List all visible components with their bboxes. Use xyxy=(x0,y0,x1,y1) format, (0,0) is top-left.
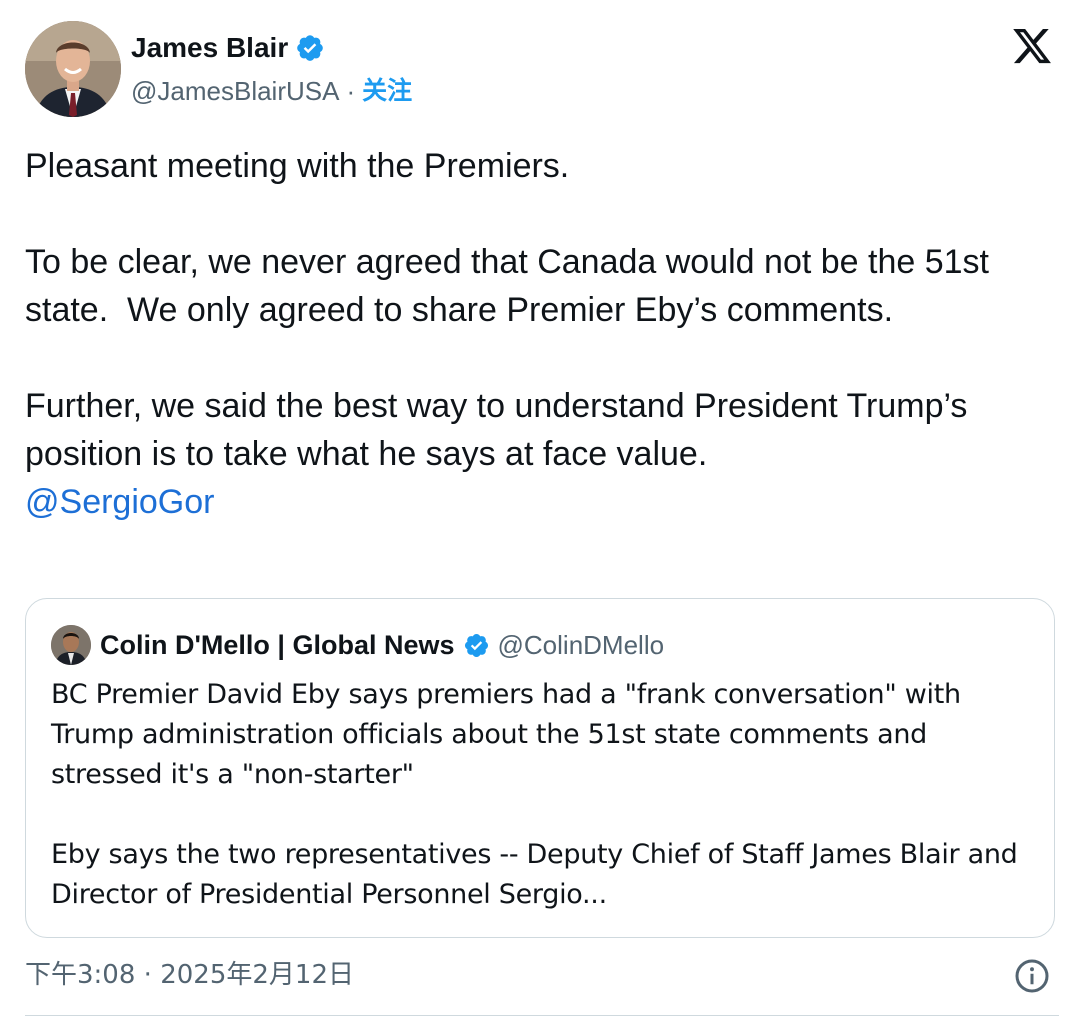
tweet-paragraph: To be clear, we never agreed that Canada… xyxy=(25,243,999,329)
divider xyxy=(25,1015,1059,1016)
info-icon[interactable] xyxy=(1014,958,1050,994)
tweet-paragraph: Further, we said the best way to underst… xyxy=(25,387,977,473)
verified-badge-icon xyxy=(464,633,488,657)
quoted-author-avatar[interactable] xyxy=(51,625,91,665)
author-handle[interactable]: @JamesBlairUSA xyxy=(131,74,339,108)
author-avatar[interactable] xyxy=(25,21,121,117)
quoted-tweet-body: BC Premier David Eby says premiers had a… xyxy=(51,675,1041,915)
x-logo-icon[interactable] xyxy=(1010,25,1054,67)
quoted-author-name[interactable]: Colin D'Mello | Global News xyxy=(100,630,455,661)
quoted-author-handle[interactable]: @ColinDMello xyxy=(498,630,665,661)
follow-button[interactable]: 关注 xyxy=(362,74,412,108)
verified-badge-icon xyxy=(297,35,324,61)
quoted-paragraph: Eby says the two representatives -- Depu… xyxy=(51,839,1026,910)
quoted-tweet[interactable]: Colin D'Mello | Global News @ColinDMello… xyxy=(25,598,1055,938)
tweet-timestamp[interactable]: 下午3:08 · 2025年2月12日 xyxy=(25,956,354,994)
quoted-paragraph: BC Premier David Eby says premiers had a… xyxy=(51,679,970,790)
separator-dot: · xyxy=(346,76,356,106)
tweet-date[interactable]: 2025年2月12日 xyxy=(160,960,354,990)
tweet-body: Pleasant meeting with the Premiers. To b… xyxy=(25,142,1065,526)
author-name[interactable]: James Blair xyxy=(131,30,288,66)
tweet-time[interactable]: 下午3:08 xyxy=(25,960,135,990)
tweet-paragraph: Pleasant meeting with the Premiers. xyxy=(25,147,570,185)
separator-dot: · xyxy=(143,960,152,990)
mention-link[interactable]: @SergioGor xyxy=(25,478,1065,526)
